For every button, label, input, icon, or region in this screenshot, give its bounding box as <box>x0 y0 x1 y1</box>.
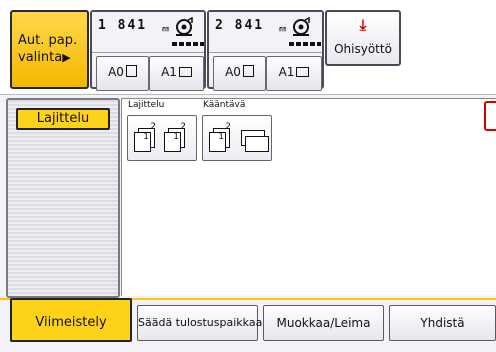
arrow-right-icon: ▶ <box>62 51 71 64</box>
roll-tray-1-header: 1 841 ㎜ <box>92 12 204 53</box>
roll-level-indicator-2 <box>289 42 321 46</box>
tray-2-size-a0-label: A0 <box>225 65 241 79</box>
page-number-2b: 2 <box>180 122 186 132</box>
rotate-sort-group-label: Kääntävä <box>203 100 246 110</box>
tray-2-size-a0-button[interactable]: A0 <box>213 56 266 91</box>
portrait-page-icon <box>125 65 137 77</box>
sort-button[interactable]: 1 2 1 2 <box>127 115 197 161</box>
sidebar-item-sort[interactable]: Lajittelu <box>16 108 110 130</box>
tab-finishing[interactable]: Viimeistely <box>10 298 132 342</box>
page-number-2: 2 <box>225 122 231 132</box>
tray-2-size-a1-label: A1 <box>278 65 295 79</box>
sort-group-label: Lajittelu <box>128 100 165 110</box>
roll-unit-1: ㎜ <box>162 25 169 33</box>
bypass-feed-label: Ohisyöttö <box>334 42 392 56</box>
roll-width-1: 1 841 <box>98 18 148 33</box>
roll-width-2: 2 841 <box>215 18 265 33</box>
rotate-sort-button[interactable]: 1 2 <box>202 115 272 161</box>
roll-level-indicator-1 <box>172 42 204 46</box>
portrait-page-icon <box>242 65 254 77</box>
partial-button-edge[interactable] <box>484 101 496 131</box>
roll-unit-2: ㎜ <box>279 25 286 33</box>
paper-roll-icon <box>293 17 310 36</box>
tray-1-size-a0-label: A0 <box>108 65 124 79</box>
tab-combine[interactable]: Yhdistä <box>389 305 496 341</box>
roll-tray-1[interactable]: 1 841 ㎜ A0 A1 <box>90 10 206 91</box>
auto-paper-select-button[interactable]: Aut. pap. valinta▶ <box>10 10 89 89</box>
tab-adjust-print-position[interactable]: Säädä tulostuspaikkaa <box>137 305 262 341</box>
roll-tray-2[interactable]: 2 841 ㎜ A0 A1 <box>207 10 324 91</box>
tray-1-size-a0-button[interactable]: A0 <box>96 56 149 91</box>
auto-paper-select-label-2: valinta <box>18 50 63 65</box>
landscape-page-icon-front <box>245 136 269 152</box>
page-number-2: 2 <box>150 122 156 132</box>
tab-edit-stamp[interactable]: Muokkaa/Leima <box>263 305 384 341</box>
landscape-page-icon <box>178 67 192 77</box>
paper-roll-icon <box>176 17 193 36</box>
roll-tray-2-header: 2 841 ㎜ <box>209 12 322 53</box>
tray-2-size-a1-button[interactable]: A1 <box>266 56 322 91</box>
tray-1-size-a1-label: A1 <box>161 65 177 79</box>
bypass-feed-button[interactable]: ⤓ Ohisyöttö <box>325 10 401 66</box>
auto-paper-select-label-1: Aut. pap. <box>18 33 78 48</box>
download-arrow-icon: ⤓ <box>359 16 367 34</box>
tray-1-size-a1-button[interactable]: A1 <box>149 56 204 91</box>
landscape-page-icon <box>296 67 310 77</box>
